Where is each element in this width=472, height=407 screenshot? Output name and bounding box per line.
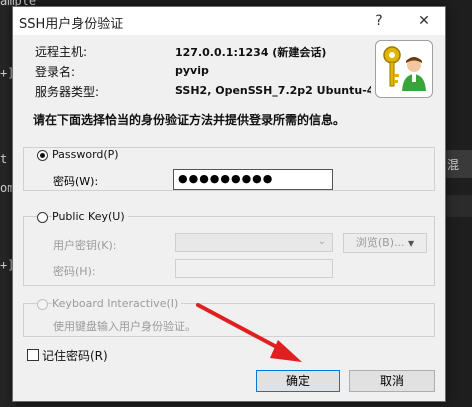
remember-password-checkbox[interactable] [27,349,39,361]
close-button[interactable]: ✕ [409,10,439,32]
public-key-radio[interactable] [37,212,48,223]
server-type-value: SSH2, OpenSSH_7.2p2 Ubuntu-4ub [175,84,371,97]
chevron-down-icon: ⌄ [317,236,326,247]
password-field-label: 密码(W): [53,175,99,188]
keyboard-interactive-radio[interactable] [37,299,48,310]
host-label: 远程主机: [35,45,88,59]
title-bar: SSH用户身份验证 ? ✕ [13,7,445,35]
login-value: pyvip [175,64,209,77]
user-key-label: 用户密钥(K): [53,239,117,252]
password-radio-label[interactable]: Password(P) [52,148,119,161]
dropdown-arrow-icon: ▼ [407,239,415,248]
passphrase-label: 密码(H): [53,265,96,278]
ssh-auth-dialog: SSH用户身份验证 ? ✕ 远程主机: 127.0.0.1:1234 (新建会话… [12,6,446,402]
auth-instruction: 请在下面选择恰当的身份验证方法并提供登录所需的信息。 [33,113,346,127]
help-button[interactable]: ? [364,10,394,32]
keys-user-icon [375,40,433,98]
remember-password-label[interactable]: 记住密码(R) [42,347,108,364]
host-value: 127.0.0.1:1234 (新建会话) [175,46,327,59]
browse-label: 浏览(B)... [355,236,405,249]
terminal-block [446,195,472,217]
public-key-radio-label[interactable]: Public Key(U) [52,210,128,223]
ok-button[interactable]: 确定 [256,370,340,392]
passphrase-input[interactable] [175,259,333,278]
dialog-title: SSH用户身份验证 [19,17,124,32]
browse-button[interactable]: 浏览(B)... ▼ [343,233,427,253]
server-type-label: 服务器类型: [35,85,100,99]
cancel-button[interactable]: 取消 [349,370,435,392]
keyboard-interactive-desc: 使用键盘输入用户身份验证。 [53,320,196,333]
keyboard-interactive-label[interactable]: Keyboard Interactive(I) [52,297,182,310]
terminal-right-text: 混 [447,158,460,172]
login-label: 登录名: [35,65,76,79]
user-key-select[interactable]: ⌄ [175,233,333,252]
password-input[interactable]: ●●●●●●●●● [173,169,333,190]
password-value: ●●●●●●●●● [178,172,274,185]
password-radio[interactable] [37,150,48,161]
